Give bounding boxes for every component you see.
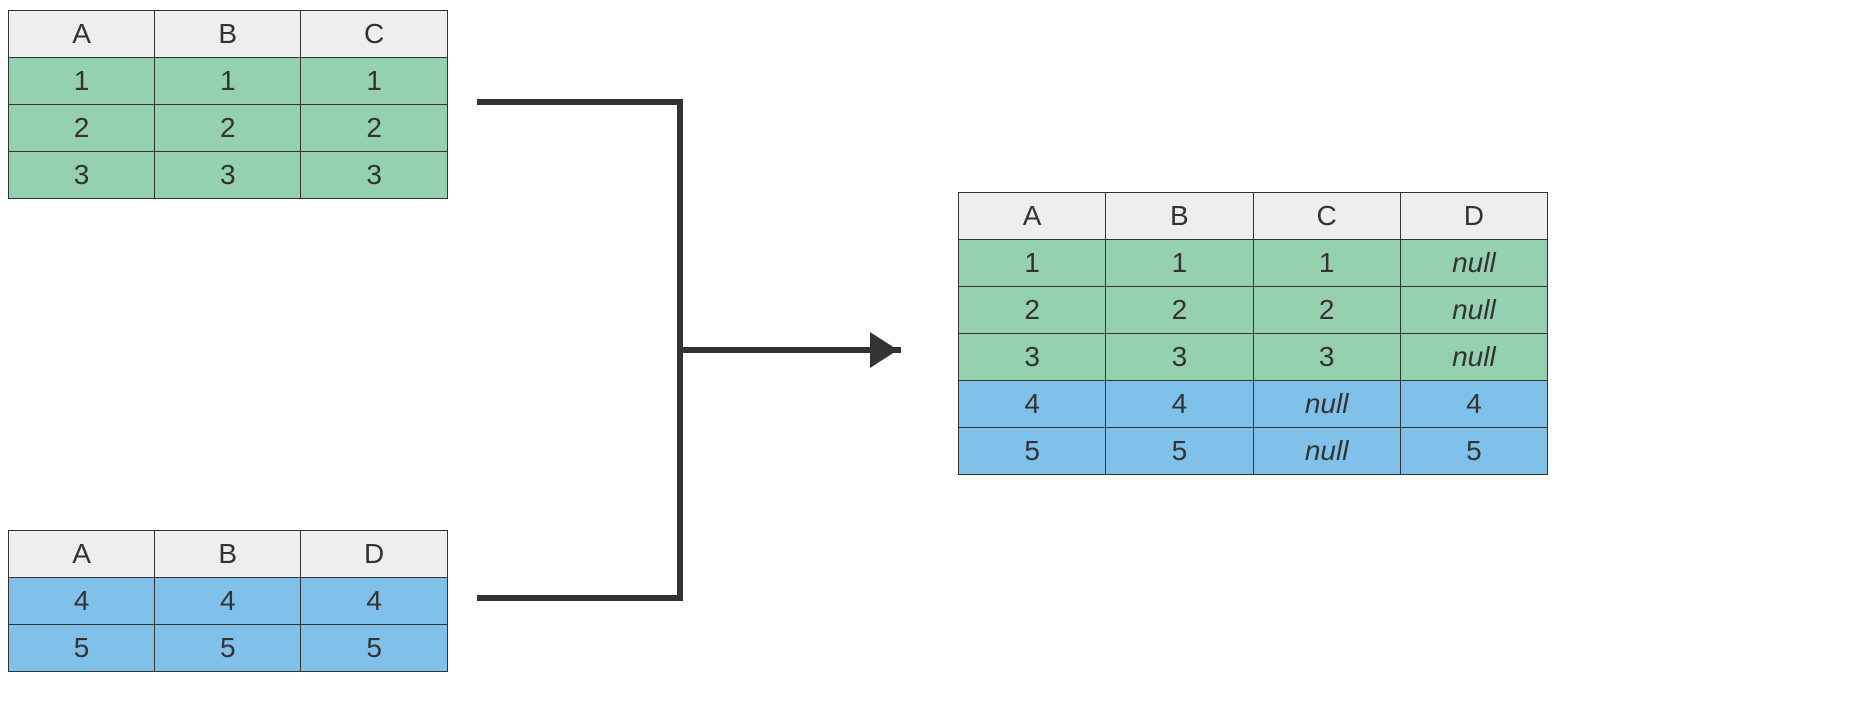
src2-cell: 4 (155, 578, 301, 625)
src1-header-c: C (301, 11, 448, 58)
table-row: 222 (9, 105, 448, 152)
src1-cell: 2 (301, 105, 448, 152)
src1-cell: 1 (301, 58, 448, 105)
result-cell: null (1400, 287, 1547, 334)
result-cell: 3 (1253, 334, 1400, 381)
src2-cell: 5 (9, 625, 155, 672)
src2-header-a: A (9, 531, 155, 578)
result-cell: 4 (1106, 381, 1253, 428)
result-header-b: B (1106, 193, 1253, 240)
src1-cell: 2 (9, 105, 155, 152)
result-cell: 4 (959, 381, 1106, 428)
result-cell: 2 (1253, 287, 1400, 334)
diagram-canvas: ABC111222333 ABD444555 ABCD111null222nul… (0, 0, 1851, 702)
src2-header-b: B (155, 531, 301, 578)
result-header-a: A (959, 193, 1106, 240)
result-cell: null (1400, 334, 1547, 381)
src1-header-b: B (155, 11, 301, 58)
src1-cell: 3 (155, 152, 301, 199)
result-cell: 5 (1106, 428, 1253, 475)
table-row: 55null5 (959, 428, 1548, 475)
src1-cell: 1 (155, 58, 301, 105)
src2-cell: 5 (155, 625, 301, 672)
result-cell: 1 (1253, 240, 1400, 287)
src2-header-d: D (301, 531, 448, 578)
result-cell: 1 (959, 240, 1106, 287)
src2-cell: 4 (9, 578, 155, 625)
result-cell: 5 (1400, 428, 1547, 475)
source-table-2: ABD444555 (8, 530, 448, 672)
result-cell: 4 (1400, 381, 1547, 428)
result-cell: 3 (1106, 334, 1253, 381)
result-cell: 3 (959, 334, 1106, 381)
result-header-d: D (1400, 193, 1547, 240)
result-cell: 5 (959, 428, 1106, 475)
result-cell: 2 (959, 287, 1106, 334)
src1-cell: 3 (301, 152, 448, 199)
src2-cell: 4 (301, 578, 448, 625)
arrow-head-icon (870, 332, 898, 368)
table-row: 222null (959, 287, 1548, 334)
source-table-1: ABC111222333 (8, 10, 448, 199)
table-row: 111null (959, 240, 1548, 287)
table-row: 44null4 (959, 381, 1548, 428)
src1-header-a: A (9, 11, 155, 58)
result-cell: null (1253, 428, 1400, 475)
table-row: 333null (959, 334, 1548, 381)
result-header-c: C (1253, 193, 1400, 240)
src2-cell: 5 (301, 625, 448, 672)
src1-cell: 1 (9, 58, 155, 105)
merge-arrow (460, 80, 940, 640)
table-row: 555 (9, 625, 448, 672)
result-cell: null (1253, 381, 1400, 428)
src1-cell: 3 (9, 152, 155, 199)
table-row: 111 (9, 58, 448, 105)
table-row: 444 (9, 578, 448, 625)
result-cell: 2 (1106, 287, 1253, 334)
result-table: ABCD111null222null333null44null455null5 (958, 192, 1548, 475)
src1-cell: 2 (155, 105, 301, 152)
result-cell: 1 (1106, 240, 1253, 287)
table-row: 333 (9, 152, 448, 199)
result-cell: null (1400, 240, 1547, 287)
